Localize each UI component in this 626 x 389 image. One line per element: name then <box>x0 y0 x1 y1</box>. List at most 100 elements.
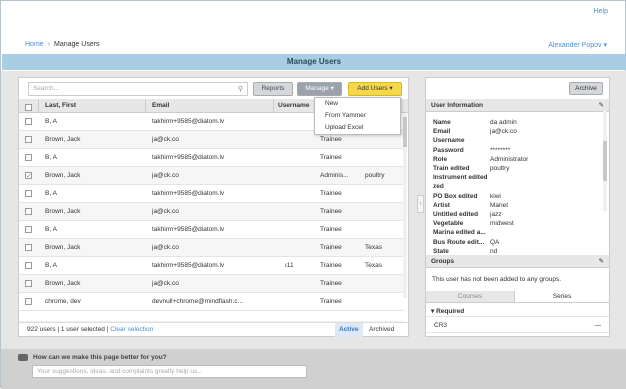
field-label: Vegetable <box>433 220 464 228</box>
chat-icon <box>18 354 28 361</box>
scrollbar-thumb[interactable] <box>403 117 407 147</box>
user-info-header: User Information ✎ <box>426 99 609 112</box>
row-checkbox[interactable] <box>25 154 32 161</box>
search-input[interactable]: Search... ⚲ <box>28 82 248 96</box>
table-row[interactable]: Brown, Jack ja@ck.co Trainee <box>19 275 404 293</box>
cell-extra: Texas <box>365 262 382 269</box>
table-row[interactable]: Brown, Jack ja@ck.co Trainee Texas <box>19 239 404 257</box>
row-checkbox[interactable] <box>25 118 32 125</box>
table-row[interactable]: Brown, Jack ja@ck.co Adminis... poultry <box>19 167 404 186</box>
cell-username <box>285 203 315 221</box>
cell-role: Trainee <box>320 154 342 161</box>
column-name[interactable]: Last, First <box>39 99 146 113</box>
groups-title: Groups <box>431 258 455 265</box>
field-value: ja@ck.co <box>490 128 517 136</box>
info-scrollbar[interactable] <box>603 111 607 211</box>
user-menu[interactable]: Alexander Popov ▾ <box>548 41 607 49</box>
cell-name: Brown, Jack <box>45 208 81 215</box>
table-row[interactable]: B, A takhirm+9585@diatom.lv Trainee <box>19 185 404 203</box>
cell-role: Adminis... <box>320 172 349 179</box>
cell-username <box>285 293 315 311</box>
cell-email: takhirm+9585@diatom.lv <box>152 154 225 161</box>
row-checkbox[interactable] <box>25 168 32 186</box>
table-row[interactable]: B, A takhirm+9585@diatom.lv Trainee <box>19 149 404 167</box>
cell-role: Trainee <box>320 298 342 305</box>
menu-item-upload-excel[interactable]: Upload Excel <box>315 122 400 134</box>
info-scrollbar-thumb[interactable] <box>603 141 607 181</box>
help-link[interactable]: Help <box>594 8 608 15</box>
select-all-checkbox[interactable] <box>25 104 32 111</box>
required-section[interactable]: ▾ Required <box>426 306 609 317</box>
table-footer: 922 users | 1 user selected | Clear sele… <box>19 322 408 337</box>
app-frame: Help Home › Manage Users Alexander Popov ▾… <box>0 0 626 389</box>
course-row[interactable]: CR3 — <box>426 319 609 333</box>
manage-button[interactable]: Manage ▾ <box>297 82 342 96</box>
field-label: Untitled edited <box>433 211 479 218</box>
feedback-input[interactable]: Your suggestions, ideas, and complaints … <box>32 365 307 378</box>
cell-extra <box>365 203 401 221</box>
pencil-icon[interactable]: ✎ <box>599 255 604 268</box>
feedback-bar: How can we make this page better for you… <box>1 349 626 389</box>
cell-name: chrome, dev <box>45 298 81 305</box>
row-checkbox[interactable] <box>25 280 32 287</box>
field-label: Train edited <box>433 165 470 172</box>
row-checkbox[interactable] <box>25 190 32 197</box>
menu-item-from-yammer[interactable]: From Yammer <box>315 110 400 122</box>
field-value: nd <box>490 247 498 255</box>
select-all-column <box>19 99 39 113</box>
field-label: Instrument edited <box>433 174 488 182</box>
row-checkbox[interactable] <box>25 136 32 143</box>
column-email[interactable]: Email <box>146 99 274 113</box>
breadcrumb-home[interactable]: Home <box>25 41 44 48</box>
table-vertical-scrollbar[interactable] <box>403 113 407 298</box>
menu-item-new[interactable]: New <box>315 98 400 110</box>
cell-name: Brown, Jack <box>45 172 81 179</box>
archived-filter[interactable]: Archived <box>369 323 394 337</box>
field-label: PO Box edited <box>433 192 478 200</box>
row-checkbox[interactable] <box>25 208 32 215</box>
cell-email: takhirm+9585@diatom.lv <box>152 190 225 197</box>
course-series-tabs: Courses Series <box>426 291 609 303</box>
cell-role: Trainee <box>320 190 342 197</box>
table-row[interactable]: chrome, dev devnull+chrome@mindflash.c...… <box>19 293 404 311</box>
cell-email: takhirm+9585@diatom.lv <box>152 118 225 125</box>
row-checkbox[interactable] <box>25 298 32 305</box>
field-label: State <box>433 247 449 255</box>
cell-name: B, A <box>45 226 57 233</box>
cell-role: Trainee <box>320 280 342 287</box>
cell-role: Trainee <box>320 262 342 269</box>
field-label: Role <box>433 155 448 163</box>
search-placeholder: Search... <box>33 85 60 92</box>
archive-button[interactable]: Archive <box>569 82 603 95</box>
field-value: da admin <box>490 119 517 126</box>
cell-role: Trainee <box>320 244 342 251</box>
cell-email: takhirm+9585@diatom.lv <box>152 226 225 233</box>
row-checkbox[interactable] <box>25 262 32 269</box>
cell-extra <box>365 275 401 293</box>
tab-courses[interactable]: Courses <box>426 291 514 303</box>
search-icon[interactable]: ⚲ <box>238 85 243 93</box>
table-row[interactable]: B, A takhirm+9585@diatom.lv Trainee <box>19 221 404 239</box>
tab-series[interactable]: Series <box>514 291 609 303</box>
field-value: poultry <box>490 165 510 172</box>
cell-username <box>285 113 315 131</box>
user-detail-panel: Archive User Information ✎ Name da admin E… <box>425 77 610 337</box>
cell-extra <box>365 185 401 203</box>
add-users-button[interactable]: Add Users ▾ <box>348 82 402 96</box>
row-checkbox[interactable] <box>25 244 32 251</box>
reports-button[interactable]: Reports <box>253 82 293 96</box>
panel-collapse-handle[interactable]: › <box>417 195 424 213</box>
clear-selection-link[interactable]: Clear selection <box>110 326 153 333</box>
cell-extra: Texas <box>365 244 382 251</box>
cell-email: devnull+chrome@mindflash.c... <box>152 298 243 305</box>
cell-email: ja@ck.co <box>152 172 179 179</box>
active-filter[interactable]: Active <box>335 323 363 337</box>
table-row[interactable]: B, A takhirm+9585@diatom.lv ı11 Trainee Texa… <box>19 257 404 275</box>
user-count-text: 922 users | 1 user selected | <box>27 326 109 333</box>
cell-email: ja@ck.co <box>152 208 179 215</box>
column-username[interactable]: Username <box>274 99 316 113</box>
table-row[interactable]: Brown, Jack ja@ck.co Trainee <box>19 203 404 221</box>
row-checkbox[interactable] <box>25 226 32 233</box>
field-value: QA <box>490 238 500 246</box>
field-label: Name <box>433 119 451 126</box>
